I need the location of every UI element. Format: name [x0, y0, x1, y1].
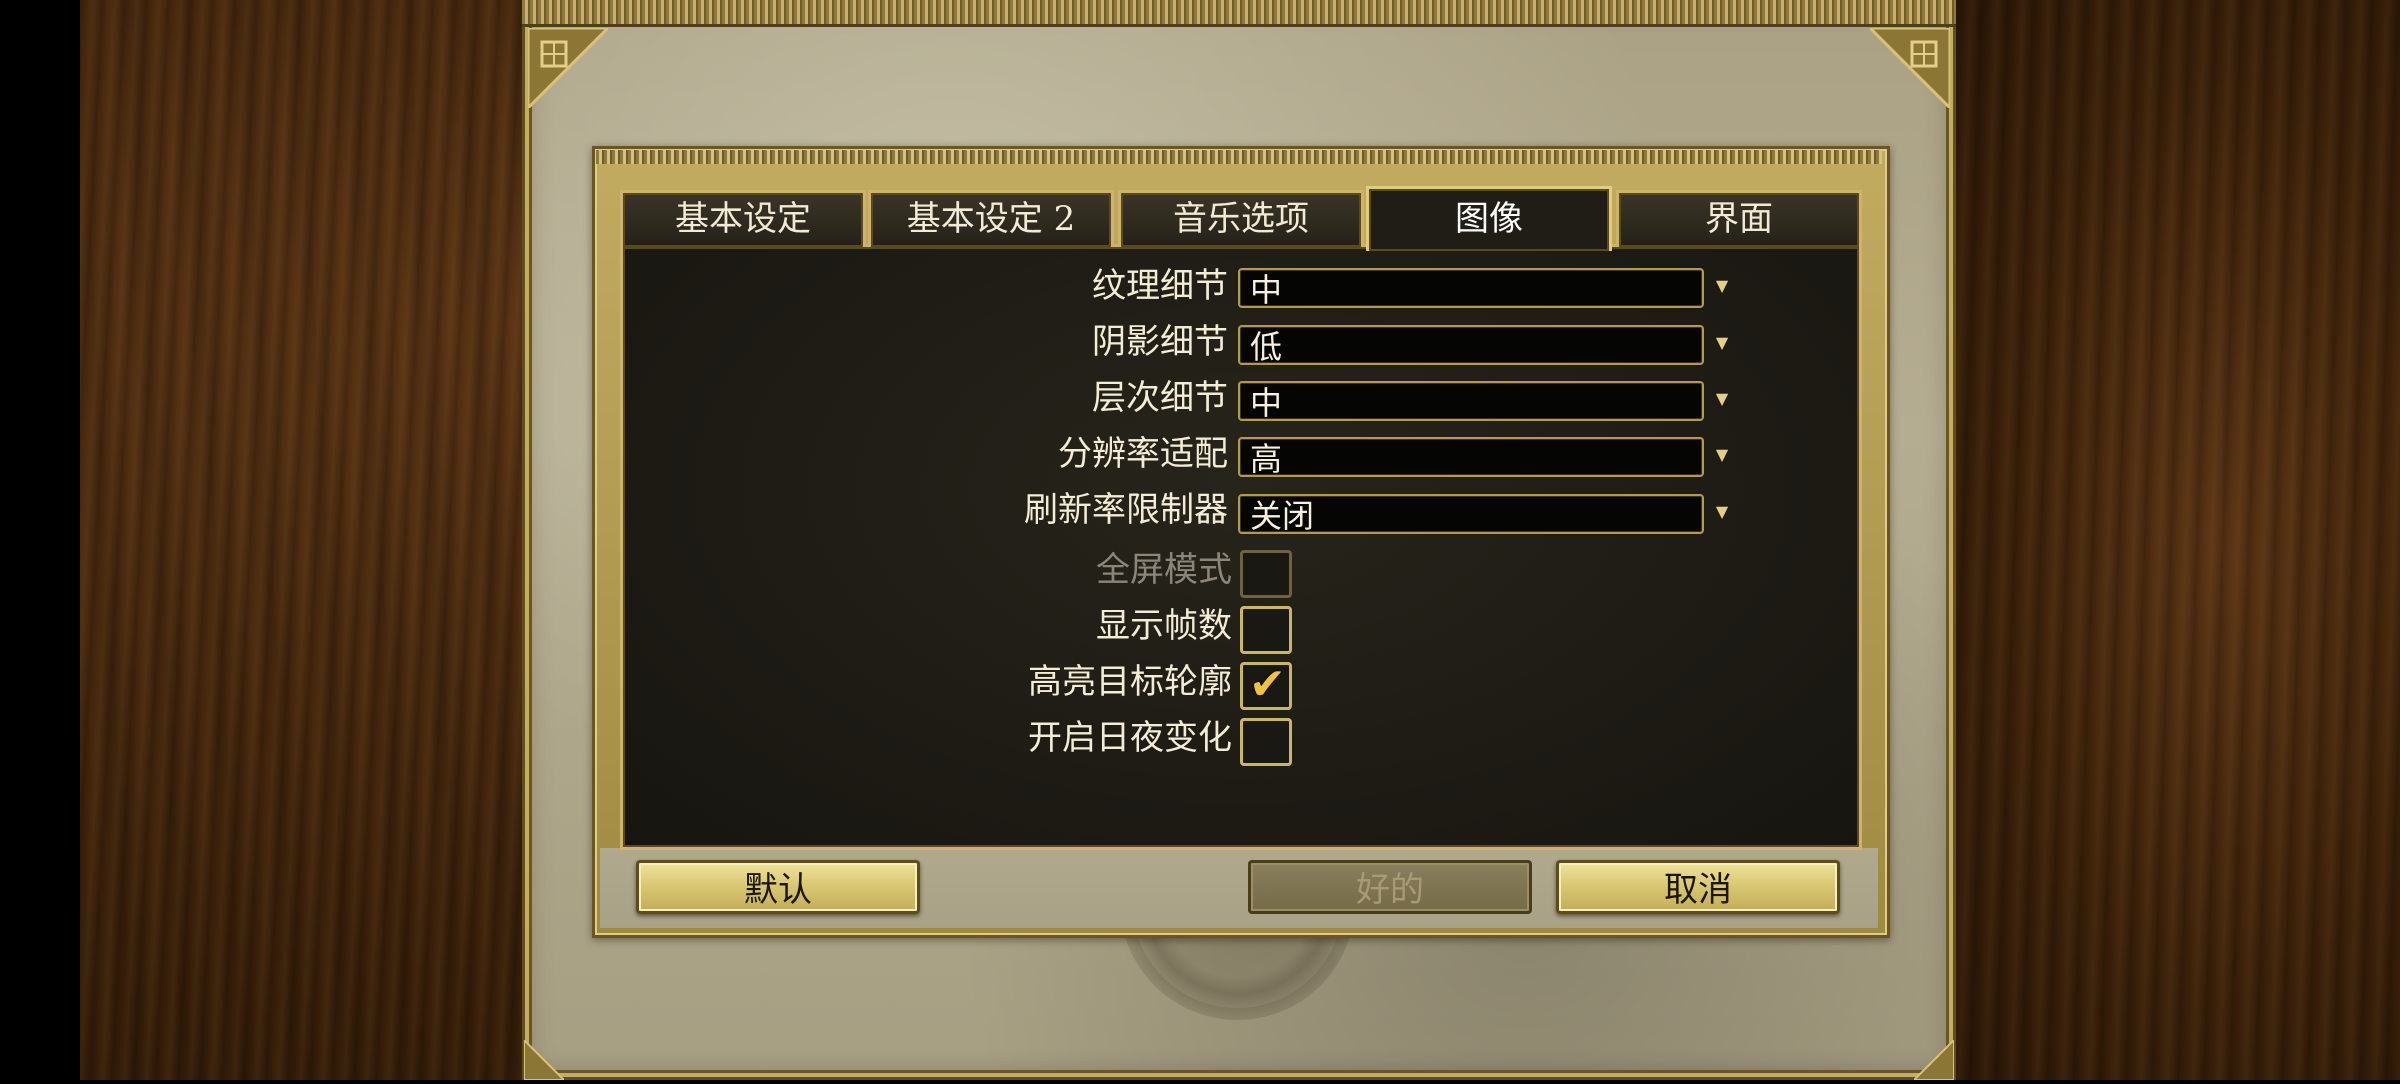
- fullscreen-label: 全屏模式: [1096, 550, 1232, 590]
- cancel-button[interactable]: 取消: [1556, 860, 1840, 914]
- chevron-down-icon[interactable]: ▼: [1712, 389, 1732, 409]
- chevron-down-icon[interactable]: ▼: [1712, 445, 1732, 465]
- highlight-outline-checkbox[interactable]: ✔: [1240, 659, 1292, 710]
- tab-label: 基本设定 2: [906, 199, 1076, 239]
- tab-label: 界面: [1705, 199, 1773, 239]
- highlight-outline-label: 高亮目标轮廓: [1028, 662, 1232, 702]
- framerate-limiter-label: 刷新率限制器: [1024, 490, 1228, 530]
- wood-background-right: [1955, 0, 2400, 1080]
- tab-label: 基本设定: [675, 199, 811, 239]
- corner-ornament-icon: [1911, 1037, 1955, 1081]
- day-night-cycle-checkbox[interactable]: [1240, 718, 1292, 766]
- corner-ornament-icon: [1866, 26, 1952, 112]
- tab-music-options[interactable]: 音乐选项: [1118, 190, 1364, 247]
- tab-label: 音乐选项: [1173, 199, 1309, 239]
- checkmark-icon: ✔: [1249, 659, 1286, 710]
- corner-ornament-icon: [526, 26, 612, 112]
- screen-edge: [0, 0, 80, 1080]
- chevron-down-icon[interactable]: ▼: [1712, 333, 1732, 353]
- shadow-detail-select[interactable]: 低: [1238, 325, 1704, 366]
- level-of-detail-label: 层次细节: [1092, 378, 1228, 418]
- tab-graphics[interactable]: 图像: [1366, 186, 1612, 251]
- shadow-detail-label: 阴影细节: [1092, 322, 1228, 362]
- texture-detail-label: 纹理细节: [1092, 266, 1228, 306]
- ok-button: 好的: [1248, 860, 1532, 914]
- tab-basic-settings[interactable]: 基本设定: [620, 190, 866, 247]
- chevron-down-icon[interactable]: ▼: [1712, 276, 1732, 296]
- show-fps-label: 显示帧数: [1096, 606, 1232, 646]
- frame-top-trim: [522, 0, 1956, 27]
- show-fps-checkbox[interactable]: [1240, 606, 1292, 654]
- corner-ornament-icon: [523, 1037, 567, 1081]
- tab-basic-settings-2[interactable]: 基本设定 2: [868, 190, 1114, 247]
- framerate-limiter-select[interactable]: 关闭: [1238, 494, 1704, 535]
- panel-top-trim: [596, 150, 1882, 164]
- fullscreen-checkbox: [1240, 550, 1292, 598]
- tab-interface[interactable]: 界面: [1616, 190, 1862, 247]
- texture-detail-select[interactable]: 中: [1238, 268, 1704, 309]
- default-button[interactable]: 默认: [636, 860, 920, 914]
- resolution-scaling-select[interactable]: 高: [1238, 437, 1704, 478]
- chevron-down-icon[interactable]: ▼: [1712, 502, 1732, 522]
- tab-label: 图像: [1455, 199, 1523, 239]
- day-night-cycle-label: 开启日夜变化: [1028, 718, 1232, 758]
- level-of-detail-select[interactable]: 中: [1238, 381, 1704, 422]
- resolution-scaling-label: 分辨率适配: [1058, 434, 1228, 474]
